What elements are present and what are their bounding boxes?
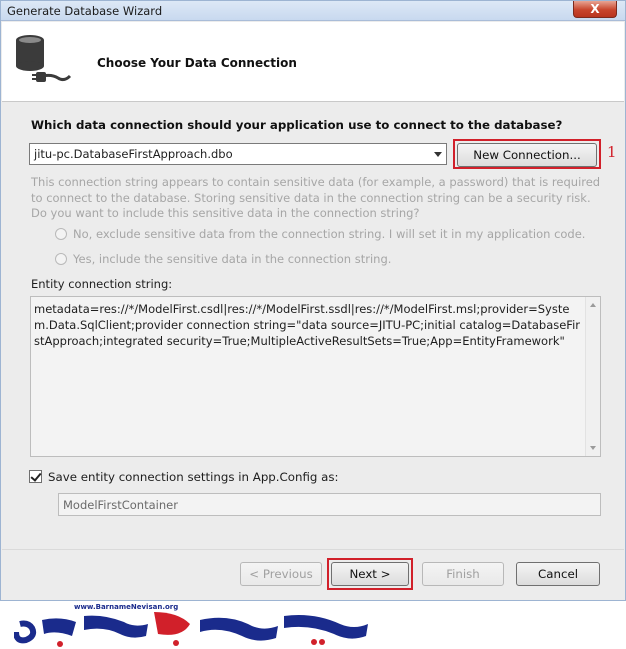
database-plug-icon: [16, 35, 72, 82]
window-title: Generate Database Wizard: [7, 4, 163, 18]
container-name-field[interactable]: ModelFirstContainer: [58, 493, 601, 516]
close-icon: X: [590, 2, 600, 16]
entity-connection-string: metadata=res://*/ModelFirst.csdl|res://*…: [34, 302, 581, 348]
wizard-window: Generate Database Wizard X Choose Your D…: [0, 0, 626, 601]
save-settings-checkbox[interactable]: [29, 470, 42, 483]
connection-select[interactable]: jitu-pc.DatabaseFirstApproach.dbo: [29, 143, 447, 165]
save-settings-label: Save entity connection settings in App.C…: [48, 470, 339, 484]
entity-connection-label: Entity connection string:: [31, 277, 173, 291]
connection-question: Which data connection should your applic…: [31, 118, 563, 132]
radio-label: No, exclude sensitive data from the conn…: [73, 227, 586, 241]
scroll-up-icon[interactable]: [590, 303, 596, 307]
entity-connection-textbox[interactable]: metadata=res://*/ModelFirst.csdl|res://*…: [30, 296, 601, 457]
container-name-value: ModelFirstContainer: [63, 498, 178, 512]
sensitive-data-notice: This connection string appears to contai…: [31, 175, 601, 220]
scroll-down-icon[interactable]: [590, 446, 596, 450]
save-settings-row[interactable]: Save entity connection settings in App.C…: [29, 470, 339, 484]
previous-button[interactable]: < Previous: [240, 562, 322, 586]
radio-button[interactable]: [55, 253, 67, 265]
step-marker: 1: [607, 143, 617, 161]
logo-url: www.BarnameNevisan.org: [74, 603, 179, 611]
title-bar[interactable]: Generate Database Wizard X: [1, 1, 625, 21]
page-title: Choose Your Data Connection: [97, 56, 297, 70]
radio-include-sensitive[interactable]: Yes, include the sensitive data in the c…: [55, 252, 391, 266]
radio-button[interactable]: [55, 228, 67, 240]
barnamenevisan-logo: [14, 612, 368, 647]
connection-select-value: jitu-pc.DatabaseFirstApproach.dbo: [34, 147, 233, 161]
new-connection-button[interactable]: New Connection...: [457, 143, 597, 167]
cancel-button[interactable]: Cancel: [516, 562, 600, 586]
chevron-down-icon[interactable]: [434, 152, 442, 157]
radio-exclude-sensitive[interactable]: No, exclude sensitive data from the conn…: [55, 227, 585, 241]
vertical-scrollbar[interactable]: [585, 297, 600, 456]
next-button[interactable]: Next >: [331, 562, 409, 586]
finish-button[interactable]: Finish: [422, 562, 504, 586]
close-button[interactable]: X: [573, 1, 617, 18]
radio-label: Yes, include the sensitive data in the c…: [73, 252, 392, 266]
wizard-header: Choose Your Data Connection: [2, 22, 624, 102]
footer-divider: [2, 549, 624, 550]
